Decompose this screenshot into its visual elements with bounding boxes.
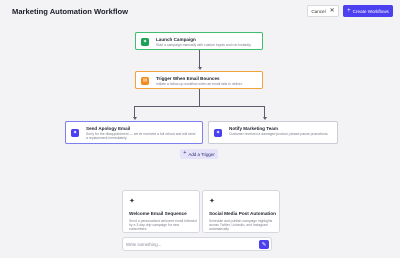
card-description: Schedule and publish campaign highlights… — [209, 219, 273, 232]
sparkle-icon: ✦ — [71, 129, 79, 137]
pen-icon: ✎ — [261, 241, 267, 248]
template-card-welcome[interactable]: ✦ Welcome Email Sequence Send a personal… — [122, 190, 200, 233]
node-description: Customer received a damaged product; ple… — [229, 132, 329, 136]
create-label: Create Workflows — [352, 8, 389, 14]
send-button[interactable]: ✎ — [259, 240, 269, 249]
add-trigger-button[interactable]: + Add a Trigger — [180, 149, 218, 159]
connector — [199, 50, 200, 68]
node-launch-campaign[interactable]: ✦ Launch Campaign Start a campaign manua… — [135, 32, 263, 50]
sparkle-icon: ✦ — [209, 198, 215, 205]
sparkle-icon: ✦ — [214, 129, 222, 137]
connector — [134, 106, 264, 107]
prompt-input[interactable] — [126, 239, 254, 249]
node-description: Start a campaign manually with custom in… — [156, 43, 252, 47]
close-icon: ✕ — [329, 8, 335, 14]
node-title: Launch Campaign — [156, 37, 196, 42]
add-trigger-label: Add a Trigger — [188, 151, 215, 157]
node-title: Notify Marketing Team — [229, 126, 278, 131]
node-description: Initiate a follow-up workflow when an em… — [156, 82, 243, 86]
card-title: Welcome Email Sequence — [129, 211, 187, 216]
arrow-icon — [132, 117, 137, 120]
template-card-social[interactable]: ✦ Social Media Post Automation Schedule … — [202, 190, 280, 233]
node-send-apology-email[interactable]: ✦ Send Apology Email Sorry for the disap… — [65, 121, 203, 144]
plus-icon: + — [347, 8, 351, 14]
create-workflows-button[interactable]: + Create Workflows — [343, 5, 393, 17]
connector — [199, 89, 200, 106]
cancel-label: Cancel — [311, 8, 326, 14]
mail-icon: ✉ — [141, 77, 149, 85]
node-description: Sorry for the disappointment — we've rec… — [86, 132, 196, 141]
page-title: Marketing Automation Workflow — [12, 7, 129, 16]
cancel-button[interactable]: Cancel ✕ — [307, 5, 339, 17]
node-trigger-email-bounces[interactable]: ✉ Trigger When Email Bounces Initiate a … — [135, 71, 263, 89]
node-title: Send Apology Email — [86, 126, 131, 131]
arrow-icon — [197, 67, 202, 70]
node-title: Trigger When Email Bounces — [156, 76, 220, 81]
composer: ✎ — [122, 237, 272, 251]
card-description: Send a personalized welcome email follow… — [129, 219, 197, 232]
arrow-icon — [262, 117, 267, 120]
card-title: Social Media Post Automation — [209, 211, 277, 216]
sparkle-icon: ✦ — [129, 198, 135, 205]
plus-icon: + — [183, 150, 187, 157]
sparkle-icon: ✦ — [141, 38, 149, 46]
node-notify-marketing-team[interactable]: ✦ Notify Marketing Team Customer receive… — [208, 121, 338, 144]
